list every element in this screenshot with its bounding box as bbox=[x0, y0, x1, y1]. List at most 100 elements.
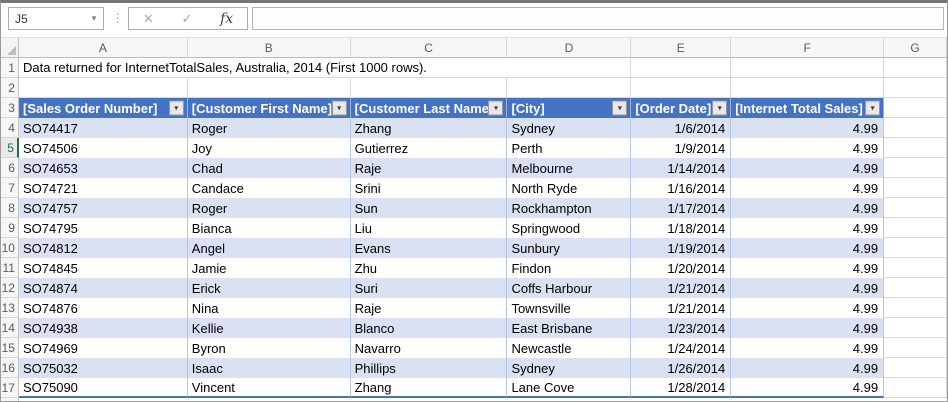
cell-F5[interactable]: 4.99 bbox=[731, 138, 885, 158]
cell-C7[interactable]: Srini bbox=[350, 178, 508, 198]
cell-D10[interactable]: Sunbury bbox=[507, 238, 632, 258]
cell-F17[interactable]: 4.99 bbox=[731, 378, 885, 398]
cell-C9[interactable]: Liu bbox=[350, 218, 508, 238]
row-header-7[interactable]: 7 bbox=[1, 178, 19, 198]
cell-D2[interactable] bbox=[507, 78, 632, 98]
cell-E12[interactable]: 1/21/2014 bbox=[631, 278, 732, 298]
cell-G11[interactable] bbox=[884, 258, 947, 278]
table-header-C3[interactable]: [Customer Last Name] ▾ bbox=[350, 98, 508, 118]
cell-G14[interactable] bbox=[884, 318, 947, 338]
cell-E7[interactable]: 1/16/2014 bbox=[631, 178, 732, 198]
cell-G8[interactable] bbox=[884, 198, 947, 218]
cell-G16[interactable] bbox=[884, 358, 947, 378]
cell-D8[interactable]: Rockhampton bbox=[507, 198, 632, 218]
cell-F12[interactable]: 4.99 bbox=[731, 278, 885, 298]
cell-E2[interactable] bbox=[631, 78, 732, 98]
cell-B4[interactable]: Roger bbox=[187, 118, 351, 138]
select-all-corner[interactable] bbox=[1, 38, 19, 58]
formula-bar-input[interactable] bbox=[252, 7, 944, 30]
cell-B13[interactable]: Nina bbox=[187, 298, 351, 318]
row-header-9[interactable]: 9 bbox=[1, 218, 19, 238]
cell-F2[interactable] bbox=[731, 78, 885, 98]
cell-B16[interactable]: Isaac bbox=[187, 358, 351, 378]
row-header-6[interactable]: 6 bbox=[1, 158, 19, 178]
cell-D12[interactable]: Coffs Harbour bbox=[507, 278, 632, 298]
cell-B11[interactable]: Jamie bbox=[187, 258, 351, 278]
cell-F9[interactable]: 4.99 bbox=[731, 218, 885, 238]
row-header-17[interactable]: 17 bbox=[1, 378, 19, 398]
column-header-E[interactable]: E bbox=[631, 38, 732, 58]
row-header-1[interactable]: 1 bbox=[1, 58, 19, 78]
cell-E5[interactable]: 1/9/2014 bbox=[631, 138, 732, 158]
cell-C11[interactable]: Zhu bbox=[350, 258, 508, 278]
cell-D7[interactable]: North Ryde bbox=[507, 178, 632, 198]
column-header-C[interactable]: C bbox=[350, 38, 508, 58]
cell-C16[interactable]: Phillips bbox=[350, 358, 508, 378]
cell-C17[interactable]: Zhang bbox=[350, 378, 508, 398]
cell-A12[interactable]: SO74874 bbox=[18, 278, 188, 298]
cell-C12[interactable]: Suri bbox=[350, 278, 508, 298]
row-header-2[interactable]: 2 bbox=[1, 78, 19, 98]
column-header-F[interactable]: F bbox=[731, 38, 885, 58]
column-header-D[interactable]: D bbox=[507, 38, 632, 58]
cell-F1[interactable] bbox=[731, 58, 885, 78]
cell-F15[interactable]: 4.99 bbox=[731, 338, 885, 358]
cell-A6[interactable]: SO74653 bbox=[18, 158, 188, 178]
table-header-E3[interactable]: [Order Date] ▾ bbox=[631, 98, 732, 118]
cell-F10[interactable]: 4.99 bbox=[731, 238, 885, 258]
cell-E16[interactable]: 1/26/2014 bbox=[631, 358, 732, 378]
cell-A15[interactable]: SO74969 bbox=[18, 338, 188, 358]
cell-G10[interactable] bbox=[884, 238, 947, 258]
cell-C15[interactable]: Navarro bbox=[350, 338, 508, 358]
cell-B5[interactable]: Joy bbox=[187, 138, 351, 158]
cell-A10[interactable]: SO74812 bbox=[18, 238, 188, 258]
cell-A11[interactable]: SO74845 bbox=[18, 258, 188, 278]
filter-dropdown-icon[interactable]: ▾ bbox=[168, 100, 184, 116]
cell-D13[interactable]: Townsville bbox=[507, 298, 632, 318]
row-header-3[interactable]: 3 bbox=[1, 98, 19, 118]
cell-F7[interactable]: 4.99 bbox=[731, 178, 885, 198]
cell-F4[interactable]: 4.99 bbox=[731, 118, 885, 138]
row-header-4[interactable]: 4 bbox=[1, 118, 19, 138]
cell-B2[interactable] bbox=[187, 78, 351, 98]
filter-dropdown-icon[interactable]: ▾ bbox=[331, 100, 347, 116]
column-header-A[interactable]: A bbox=[18, 38, 188, 58]
cell-E4[interactable]: 1/6/2014 bbox=[631, 118, 732, 138]
row-header-12[interactable]: 12 bbox=[1, 278, 19, 298]
cell-G1[interactable] bbox=[884, 58, 947, 78]
cell-G15[interactable] bbox=[884, 338, 947, 358]
name-box-dropdown-icon[interactable]: ▾ bbox=[85, 13, 103, 24]
cell-A17[interactable]: SO75090 bbox=[18, 378, 188, 398]
row-header-8[interactable]: 8 bbox=[1, 198, 19, 218]
row-header-5[interactable]: 5 bbox=[1, 138, 19, 158]
cancel-icon[interactable]: ✕ bbox=[143, 12, 154, 25]
cell-F13[interactable]: 4.99 bbox=[731, 298, 885, 318]
cell-E15[interactable]: 1/24/2014 bbox=[631, 338, 732, 358]
cell-F8[interactable]: 4.99 bbox=[731, 198, 885, 218]
cell-E17[interactable]: 1/28/2014 bbox=[631, 378, 732, 398]
cell-E11[interactable]: 1/20/2014 bbox=[631, 258, 732, 278]
row-header-13[interactable]: 13 bbox=[1, 298, 19, 318]
table-header-B3[interactable]: [Customer First Name] ▾ bbox=[187, 98, 351, 118]
table-header-D3[interactable]: [City] ▾ bbox=[507, 98, 632, 118]
cell-F11[interactable]: 4.99 bbox=[731, 258, 885, 278]
cell-D6[interactable]: Melbourne bbox=[507, 158, 632, 178]
column-header-G[interactable]: G bbox=[884, 38, 947, 58]
filter-dropdown-icon[interactable]: ▾ bbox=[865, 100, 881, 116]
table-header-F3[interactable]: [Internet Total Sales] ▾ bbox=[731, 98, 885, 118]
cell-C8[interactable]: Sun bbox=[350, 198, 508, 218]
cell-C4[interactable]: Zhang bbox=[350, 118, 508, 138]
cell-D17[interactable]: Lane Cove bbox=[507, 378, 632, 398]
cell-E14[interactable]: 1/23/2014 bbox=[631, 318, 732, 338]
table-header-A3[interactable]: [Sales Order Number] ▾ bbox=[18, 98, 188, 118]
filter-dropdown-icon[interactable]: ▾ bbox=[488, 100, 504, 116]
cell-E13[interactable]: 1/21/2014 bbox=[631, 298, 732, 318]
cell-D4[interactable]: Sydney bbox=[507, 118, 632, 138]
row-header-14[interactable]: 14 bbox=[1, 318, 19, 338]
cell-B14[interactable]: Kellie bbox=[187, 318, 351, 338]
cell-G12[interactable] bbox=[884, 278, 947, 298]
cell-C2[interactable] bbox=[350, 78, 508, 98]
cell-C10[interactable]: Evans bbox=[350, 238, 508, 258]
cell-A7[interactable]: SO74721 bbox=[18, 178, 188, 198]
cell-B6[interactable]: Chad bbox=[187, 158, 351, 178]
